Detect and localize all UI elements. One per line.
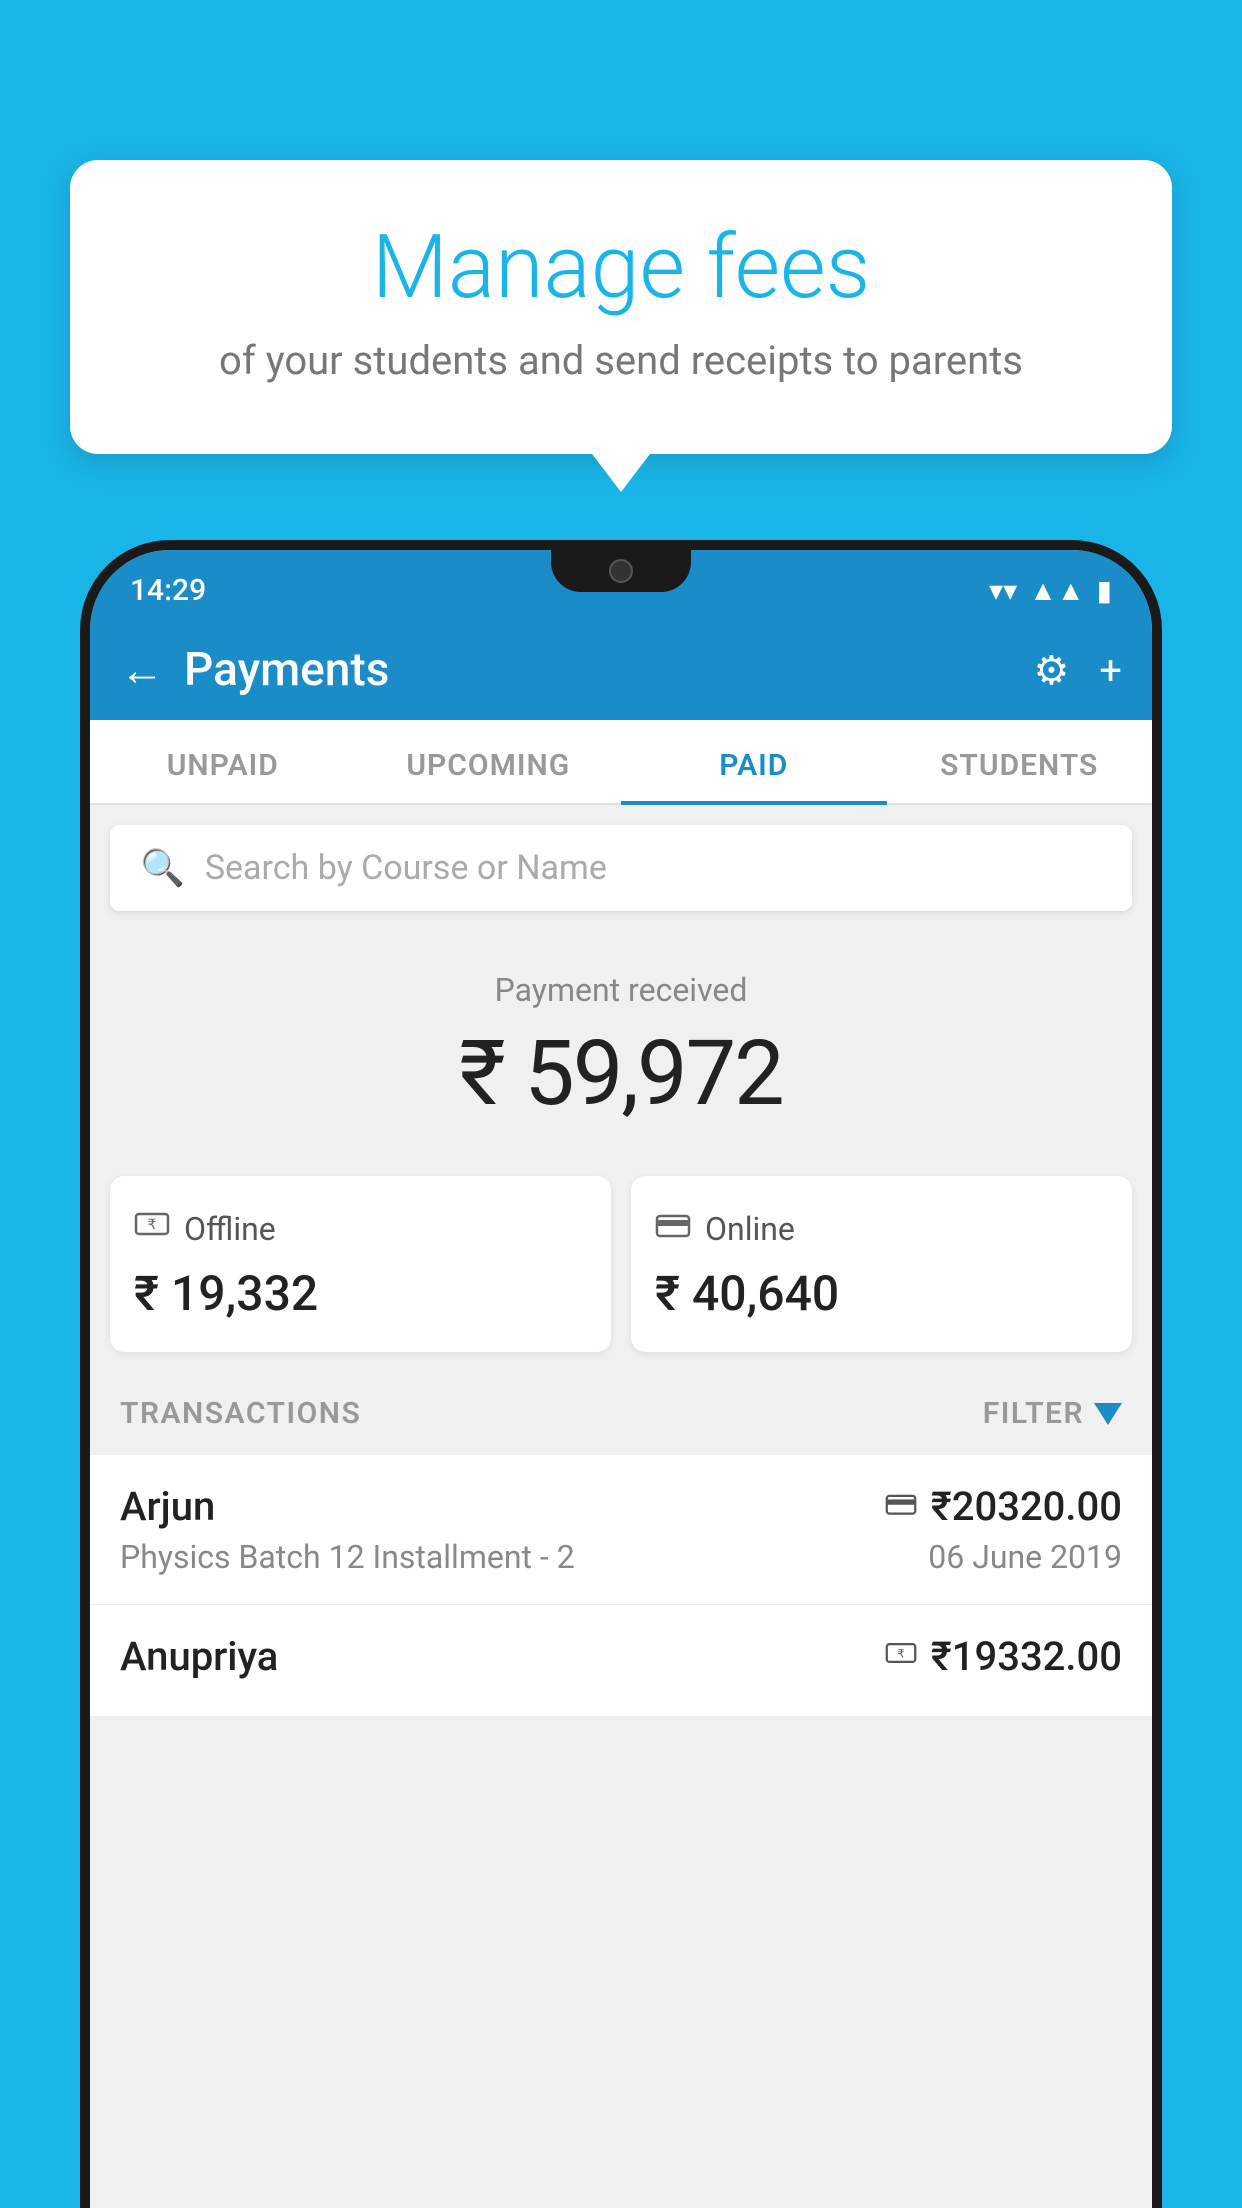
transaction-amount-wrap: ₹20320.00 [885, 1483, 1122, 1530]
signal-icon: ▲▲ [1029, 574, 1084, 607]
search-input[interactable]: Search by Course or Name [205, 848, 607, 888]
app-header: ← Payments ⚙ + [90, 620, 1152, 720]
transaction-row-1: Arjun ₹20320.00 [120, 1483, 1122, 1530]
phone-screen: 14:29 ▾▾ ▲▲ ▮ ← Payments ⚙ + UNPAID UPCO… [90, 550, 1152, 2208]
transaction-date: 06 June 2019 [928, 1538, 1122, 1576]
settings-icon[interactable]: ⚙ [1033, 647, 1069, 694]
online-label: Online [705, 1210, 795, 1248]
transactions-header: TRANSACTIONS FILTER [90, 1372, 1152, 1455]
transaction-row-2: Physics Batch 12 Installment - 2 06 June… [120, 1538, 1122, 1576]
wifi-icon: ▾▾ [989, 574, 1017, 607]
add-icon[interactable]: + [1099, 647, 1122, 694]
speech-bubble: Manage fees of your students and send re… [70, 160, 1172, 454]
filter-icon [1094, 1403, 1122, 1425]
transaction-list: Arjun ₹20320.00 Physics Batch 12 Install… [90, 1455, 1152, 1717]
tabs-bar: UNPAID UPCOMING PAID STUDENTS [90, 720, 1152, 805]
payment-cards: ₹ Offline ₹ 19,332 Online [90, 1156, 1152, 1372]
svg-text:₹: ₹ [148, 1216, 157, 1232]
online-card: Online ₹ 40,640 [631, 1176, 1132, 1352]
payment-received-section: Payment received ₹ 59,972 [90, 931, 1152, 1156]
phone-notch [551, 550, 691, 592]
payment-amount: ₹ 59,972 [110, 1021, 1132, 1126]
svg-text:₹: ₹ [897, 1648, 905, 1660]
offline-card-header: ₹ Offline [134, 1206, 587, 1251]
bubble-title: Manage fees [120, 220, 1122, 317]
phone-frame: 14:29 ▾▾ ▲▲ ▮ ← Payments ⚙ + UNPAID UPCO… [80, 540, 1162, 2208]
transaction-amount: ₹20320.00 [931, 1483, 1122, 1530]
transactions-label: TRANSACTIONS [120, 1396, 361, 1431]
back-button[interactable]: ← [120, 644, 164, 696]
offline-label: Offline [184, 1210, 276, 1248]
filter-button[interactable]: FILTER [983, 1396, 1122, 1431]
camera [609, 559, 633, 583]
offline-card: ₹ Offline ₹ 19,332 [110, 1176, 611, 1352]
tab-unpaid[interactable]: UNPAID [90, 720, 356, 803]
offline-amount: ₹ 19,332 [134, 1265, 587, 1322]
cash-payment-icon: ₹ [885, 1637, 917, 1677]
transaction-course: Physics Batch 12 Installment - 2 [120, 1538, 575, 1576]
transaction-item[interactable]: Anupriya ₹ ₹19332.00 [90, 1605, 1152, 1717]
status-icons: ▾▾ ▲▲ ▮ [989, 574, 1112, 607]
battery-icon: ▮ [1097, 574, 1112, 607]
card-payment-icon [885, 1487, 917, 1527]
status-time: 14:29 [130, 573, 206, 608]
tab-paid[interactable]: PAID [621, 720, 887, 803]
tab-upcoming[interactable]: UPCOMING [356, 720, 622, 803]
transaction-item[interactable]: Arjun ₹20320.00 Physics Batch 12 Install… [90, 1455, 1152, 1605]
transaction-amount: ₹19332.00 [931, 1633, 1122, 1680]
online-card-header: Online [655, 1206, 1108, 1251]
transaction-amount-wrap: ₹ ₹19332.00 [885, 1633, 1122, 1680]
search-icon: 🔍 [140, 847, 185, 889]
transaction-row-1: Anupriya ₹ ₹19332.00 [120, 1633, 1122, 1680]
bubble-subtitle: of your students and send receipts to pa… [120, 337, 1122, 384]
header-actions: ⚙ + [1033, 647, 1122, 694]
transaction-name: Arjun [120, 1483, 215, 1530]
transaction-name: Anupriya [120, 1633, 278, 1680]
online-icon [655, 1206, 691, 1251]
offline-icon: ₹ [134, 1206, 170, 1251]
payment-label: Payment received [110, 971, 1132, 1009]
filter-label: FILTER [983, 1396, 1084, 1431]
online-amount: ₹ 40,640 [655, 1265, 1108, 1322]
page-title: Payments [184, 643, 1033, 697]
tab-students[interactable]: STUDENTS [887, 720, 1153, 803]
search-bar[interactable]: 🔍 Search by Course or Name [110, 825, 1132, 911]
